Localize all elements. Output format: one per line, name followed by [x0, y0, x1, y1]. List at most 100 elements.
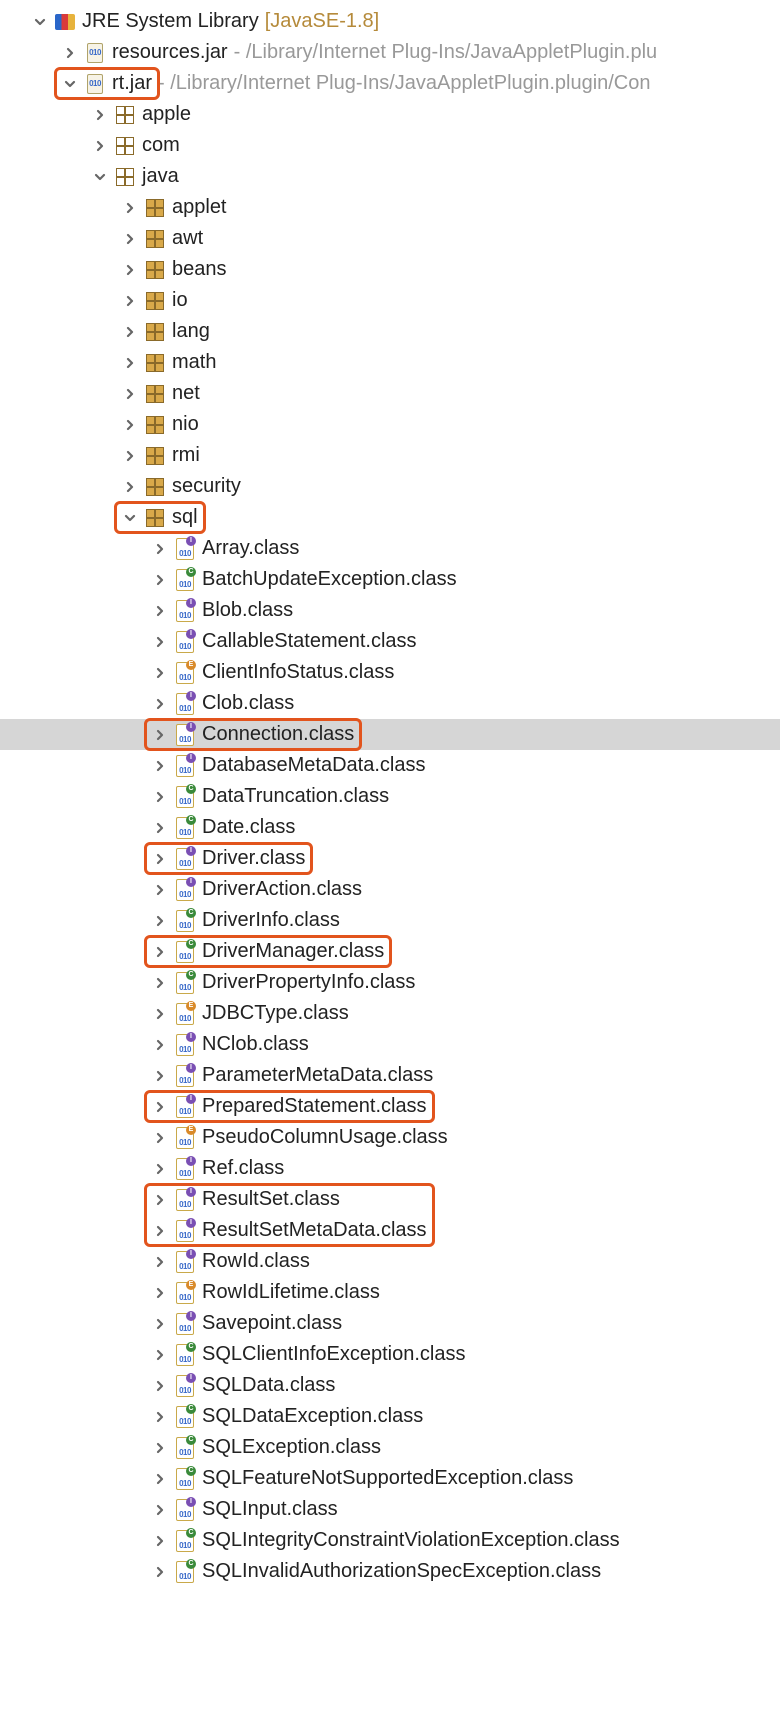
chevron-down-icon[interactable]	[60, 74, 80, 94]
tree-item-class[interactable]: SQLIntegrityConstraintViolationException…	[0, 1525, 780, 1556]
chevron-right-icon[interactable]	[150, 1221, 170, 1241]
tree-item-class[interactable]: DriverPropertyInfo.class	[0, 967, 780, 998]
tree-item-package[interactable]: lang	[0, 316, 780, 347]
tree-item-class[interactable]: DriverManager.class	[0, 936, 780, 967]
chevron-right-icon[interactable]	[150, 1097, 170, 1117]
chevron-right-icon[interactable]	[150, 1562, 170, 1582]
chevron-right-icon[interactable]	[150, 694, 170, 714]
chevron-right-icon[interactable]	[150, 663, 170, 683]
tree-item-class[interactable]: DriverAction.class	[0, 874, 780, 905]
chevron-right-icon[interactable]	[150, 1345, 170, 1365]
tree-item-package[interactable]: apple	[0, 99, 780, 130]
chevron-right-icon[interactable]	[90, 136, 110, 156]
chevron-right-icon[interactable]	[150, 539, 170, 559]
tree-item-class[interactable]: BatchUpdateException.class	[0, 564, 780, 595]
tree-item-package[interactable]: math	[0, 347, 780, 378]
tree-item-class[interactable]: JDBCType.class	[0, 998, 780, 1029]
chevron-right-icon[interactable]	[120, 260, 140, 280]
tree-item-package[interactable]: nio	[0, 409, 780, 440]
tree-item-jre-library[interactable]: JRE System Library [JavaSE-1.8]	[0, 6, 780, 37]
chevron-right-icon[interactable]	[150, 911, 170, 931]
tree-item-class[interactable]: DataTruncation.class	[0, 781, 780, 812]
chevron-right-icon[interactable]	[120, 198, 140, 218]
chevron-right-icon[interactable]	[150, 632, 170, 652]
chevron-right-icon[interactable]	[90, 105, 110, 125]
tree-item-class[interactable]: ClientInfoStatus.class	[0, 657, 780, 688]
chevron-right-icon[interactable]	[150, 1283, 170, 1303]
chevron-right-icon[interactable]	[150, 1159, 170, 1179]
chevron-right-icon[interactable]	[150, 849, 170, 869]
tree-item-jar[interactable]: rt.jar - /Library/Internet Plug-Ins/Java…	[0, 68, 780, 99]
chevron-right-icon[interactable]	[150, 601, 170, 621]
chevron-right-icon[interactable]	[150, 818, 170, 838]
chevron-right-icon[interactable]	[150, 1438, 170, 1458]
tree-item-package[interactable]: java	[0, 161, 780, 192]
tree-item-package[interactable]: com	[0, 130, 780, 161]
chevron-right-icon[interactable]	[150, 1190, 170, 1210]
tree-item-class[interactable]: DatabaseMetaData.class	[0, 750, 780, 781]
chevron-down-icon[interactable]	[30, 12, 50, 32]
tree-item-class[interactable]: PreparedStatement.class	[0, 1091, 780, 1122]
tree-item-class[interactable]: SQLData.class	[0, 1370, 780, 1401]
tree-item-class[interactable]: PseudoColumnUsage.class	[0, 1122, 780, 1153]
chevron-right-icon[interactable]	[150, 1128, 170, 1148]
chevron-right-icon[interactable]	[120, 384, 140, 404]
tree-item-class[interactable]: Array.class	[0, 533, 780, 564]
tree-item-class[interactable]: SQLDataException.class	[0, 1401, 780, 1432]
chevron-right-icon[interactable]	[150, 942, 170, 962]
chevron-right-icon[interactable]	[150, 880, 170, 900]
chevron-down-icon[interactable]	[90, 167, 110, 187]
tree-item-jar[interactable]: resources.jar - /Library/Internet Plug-I…	[0, 37, 780, 68]
chevron-right-icon[interactable]	[120, 446, 140, 466]
tree-item-class[interactable]: Clob.class	[0, 688, 780, 719]
tree-item-class[interactable]: RowId.class	[0, 1246, 780, 1277]
tree-item-package[interactable]: rmi	[0, 440, 780, 471]
chevron-right-icon[interactable]	[120, 477, 140, 497]
chevron-right-icon[interactable]	[120, 353, 140, 373]
chevron-right-icon[interactable]	[150, 1314, 170, 1334]
chevron-right-icon[interactable]	[150, 1066, 170, 1086]
chevron-right-icon[interactable]	[150, 756, 170, 776]
chevron-right-icon[interactable]	[150, 1004, 170, 1024]
chevron-right-icon[interactable]	[150, 1252, 170, 1272]
chevron-right-icon[interactable]	[150, 570, 170, 590]
tree-item-class[interactable]: ParameterMetaData.class	[0, 1060, 780, 1091]
chevron-right-icon[interactable]	[120, 291, 140, 311]
tree-item-package[interactable]: net	[0, 378, 780, 409]
chevron-right-icon[interactable]	[150, 725, 170, 745]
chevron-down-icon[interactable]	[120, 508, 140, 528]
tree-item-class[interactable]: Savepoint.class	[0, 1308, 780, 1339]
tree-item-package[interactable]: io	[0, 285, 780, 316]
tree-item-class[interactable]: DriverInfo.class	[0, 905, 780, 936]
tree-item-class[interactable]: RowIdLifetime.class	[0, 1277, 780, 1308]
chevron-right-icon[interactable]	[120, 229, 140, 249]
tree-item-class[interactable]: SQLInvalidAuthorizationSpecException.cla…	[0, 1556, 780, 1587]
chevron-right-icon[interactable]	[150, 1035, 170, 1055]
chevron-right-icon[interactable]	[60, 43, 80, 63]
tree-item-class[interactable]: ResultSet.class	[0, 1184, 780, 1215]
tree-item-class[interactable]: SQLInput.class	[0, 1494, 780, 1525]
tree-item-class[interactable]: SQLException.class	[0, 1432, 780, 1463]
tree-item-class[interactable]: NClob.class	[0, 1029, 780, 1060]
chevron-right-icon[interactable]	[150, 1469, 170, 1489]
chevron-right-icon[interactable]	[120, 322, 140, 342]
chevron-right-icon[interactable]	[120, 415, 140, 435]
tree-item-class[interactable]: ResultSetMetaData.class	[0, 1215, 780, 1246]
tree-item-package[interactable]: sql	[0, 502, 780, 533]
chevron-right-icon[interactable]	[150, 1500, 170, 1520]
chevron-right-icon[interactable]	[150, 973, 170, 993]
tree-item-package[interactable]: beans	[0, 254, 780, 285]
chevron-right-icon[interactable]	[150, 1407, 170, 1427]
tree-item-package[interactable]: applet	[0, 192, 780, 223]
chevron-right-icon[interactable]	[150, 1376, 170, 1396]
tree-item-package[interactable]: security	[0, 471, 780, 502]
tree-item-class[interactable]: CallableStatement.class	[0, 626, 780, 657]
tree-item-class[interactable]: Date.class	[0, 812, 780, 843]
tree-item-class[interactable]: Blob.class	[0, 595, 780, 626]
tree-item-class[interactable]: SQLFeatureNotSupportedException.class	[0, 1463, 780, 1494]
tree-item-class[interactable]: Connection.class	[0, 719, 780, 750]
tree-item-class[interactable]: SQLClientInfoException.class	[0, 1339, 780, 1370]
chevron-right-icon[interactable]	[150, 787, 170, 807]
tree-item-package[interactable]: awt	[0, 223, 780, 254]
chevron-right-icon[interactable]	[150, 1531, 170, 1551]
